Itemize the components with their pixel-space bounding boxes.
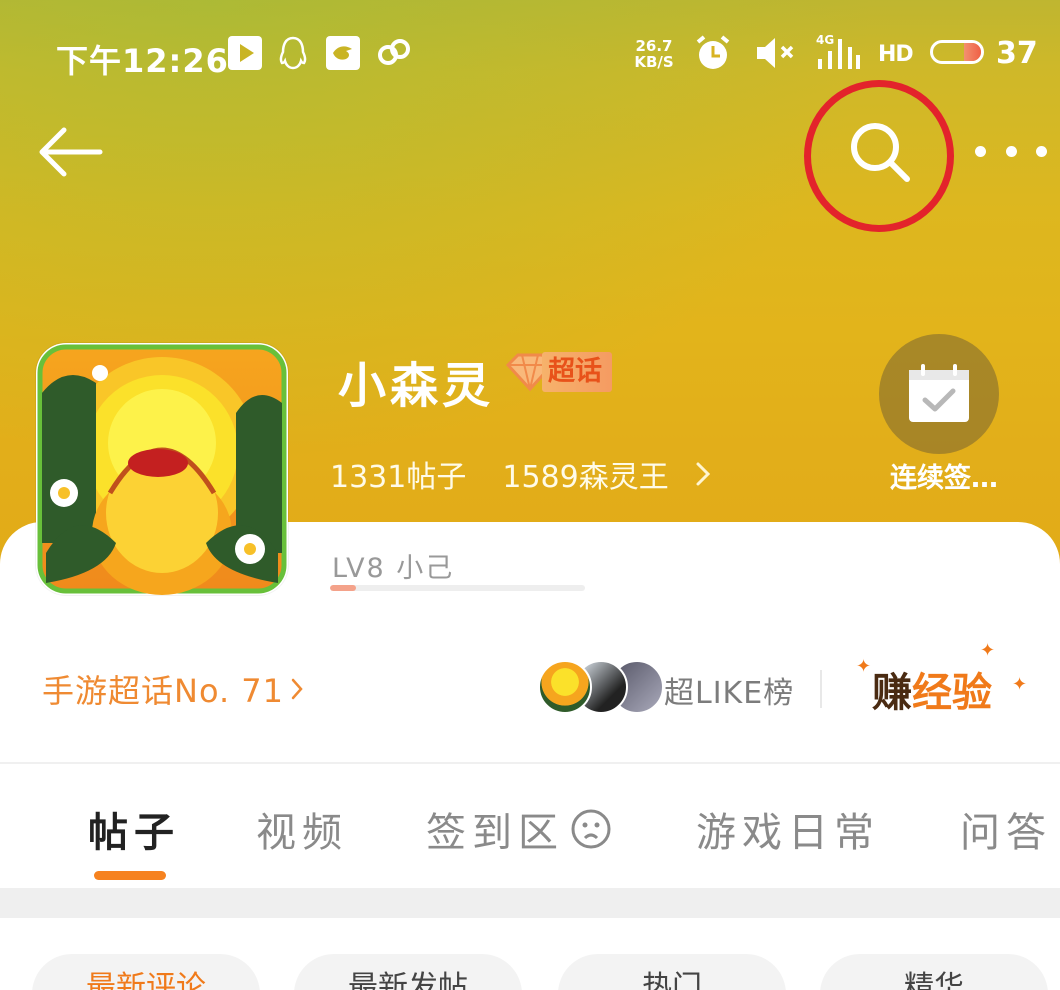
- fan-avatar: [538, 660, 592, 714]
- more-dot-icon: [975, 145, 986, 157]
- link-app-icon: [376, 36, 414, 70]
- like-board-label[interactable]: 超LIKE榜: [664, 668, 794, 712]
- battery-percent: 37: [996, 36, 1038, 71]
- back-arrow-icon: [39, 127, 103, 177]
- topic-avatar[interactable]: [36, 343, 288, 595]
- filter-hot[interactable]: 热门: [558, 954, 786, 990]
- duckling-avatar-icon: [37, 344, 287, 595]
- qq-penguin-icon: [278, 36, 308, 70]
- svg-text:4G: 4G: [816, 33, 834, 47]
- tab-checkin-zone[interactable]: 签到区: [426, 800, 612, 858]
- hd-label: HD: [878, 42, 914, 67]
- section-separator: [0, 888, 1060, 918]
- level-label: LV8 小己: [332, 553, 455, 584]
- tab-checkin-zone-label: 签到区: [426, 810, 564, 856]
- posts-count: 1331帖子: [330, 460, 467, 495]
- checkin-button[interactable]: [879, 334, 999, 454]
- bird-app-icon: [326, 36, 360, 70]
- tab-qa[interactable]: 问答: [960, 800, 1052, 858]
- search-icon: [851, 123, 910, 182]
- level-progress-bar: [330, 585, 585, 591]
- filter-latest-comment[interactable]: 最新评论: [32, 954, 260, 990]
- net-speed-unit: KB/S: [634, 53, 674, 71]
- net-speed-value: 26.7: [635, 37, 673, 55]
- earn-label-part1: 赚: [872, 670, 912, 716]
- alarm-icon: [694, 35, 732, 70]
- mute-icon: [752, 36, 798, 70]
- active-tab-indicator: [94, 871, 166, 880]
- battery-icon: [930, 40, 984, 64]
- calendar-check-icon: [909, 364, 969, 422]
- back-button[interactable]: [34, 122, 106, 182]
- chevron-right-icon: [696, 462, 710, 486]
- more-dot-icon: [1036, 145, 1047, 157]
- search-button[interactable]: [846, 118, 916, 188]
- status-time: 下午12:26: [56, 42, 229, 80]
- emoji-face-icon: [571, 809, 611, 849]
- video-app-icon: [228, 36, 262, 70]
- super-badge-label: 超话: [542, 352, 612, 392]
- sparkle-icon: ✦: [856, 656, 872, 677]
- sparkle-icon: ✦: [1012, 674, 1028, 695]
- tabs-top-divider: [0, 762, 1060, 764]
- fans-count: 1589森灵王: [502, 460, 669, 495]
- signal-icon: 4G: [814, 33, 862, 70]
- more-options-button[interactable]: [975, 136, 1047, 166]
- more-dot-icon: [1005, 145, 1017, 157]
- topic-name: 小森灵: [338, 358, 495, 414]
- level-progress-fill: [330, 585, 356, 591]
- tab-videos[interactable]: 视频: [256, 800, 348, 858]
- checkin-label: 连续签…: [890, 463, 998, 494]
- chevron-right-icon: [291, 678, 303, 700]
- vertical-divider: [820, 670, 822, 708]
- like-board-avatars[interactable]: [538, 660, 664, 716]
- super-topic-badge: 超话: [504, 351, 612, 393]
- net-speed: 26.7 KB/S: [630, 38, 678, 70]
- tab-posts[interactable]: 帖子: [88, 800, 180, 858]
- filter-featured[interactable]: 精华: [820, 954, 1048, 990]
- filter-latest-post[interactable]: 最新发帖: [294, 954, 522, 990]
- earn-exp-button[interactable]: 赚经验: [872, 660, 992, 718]
- rank-label: 手游超话No. 71: [42, 672, 285, 710]
- sparkle-icon: ✦: [980, 640, 996, 661]
- topic-stats[interactable]: 1331帖子 1589森灵王: [330, 452, 711, 496]
- tab-game-daily[interactable]: 游戏日常: [696, 800, 880, 858]
- earn-label-part2: 经验: [912, 670, 992, 716]
- status-bar: 下午12:26 26.7 KB/S 4G HD 37: [0, 22, 1060, 86]
- rank-link[interactable]: 手游超话No. 71: [42, 666, 304, 712]
